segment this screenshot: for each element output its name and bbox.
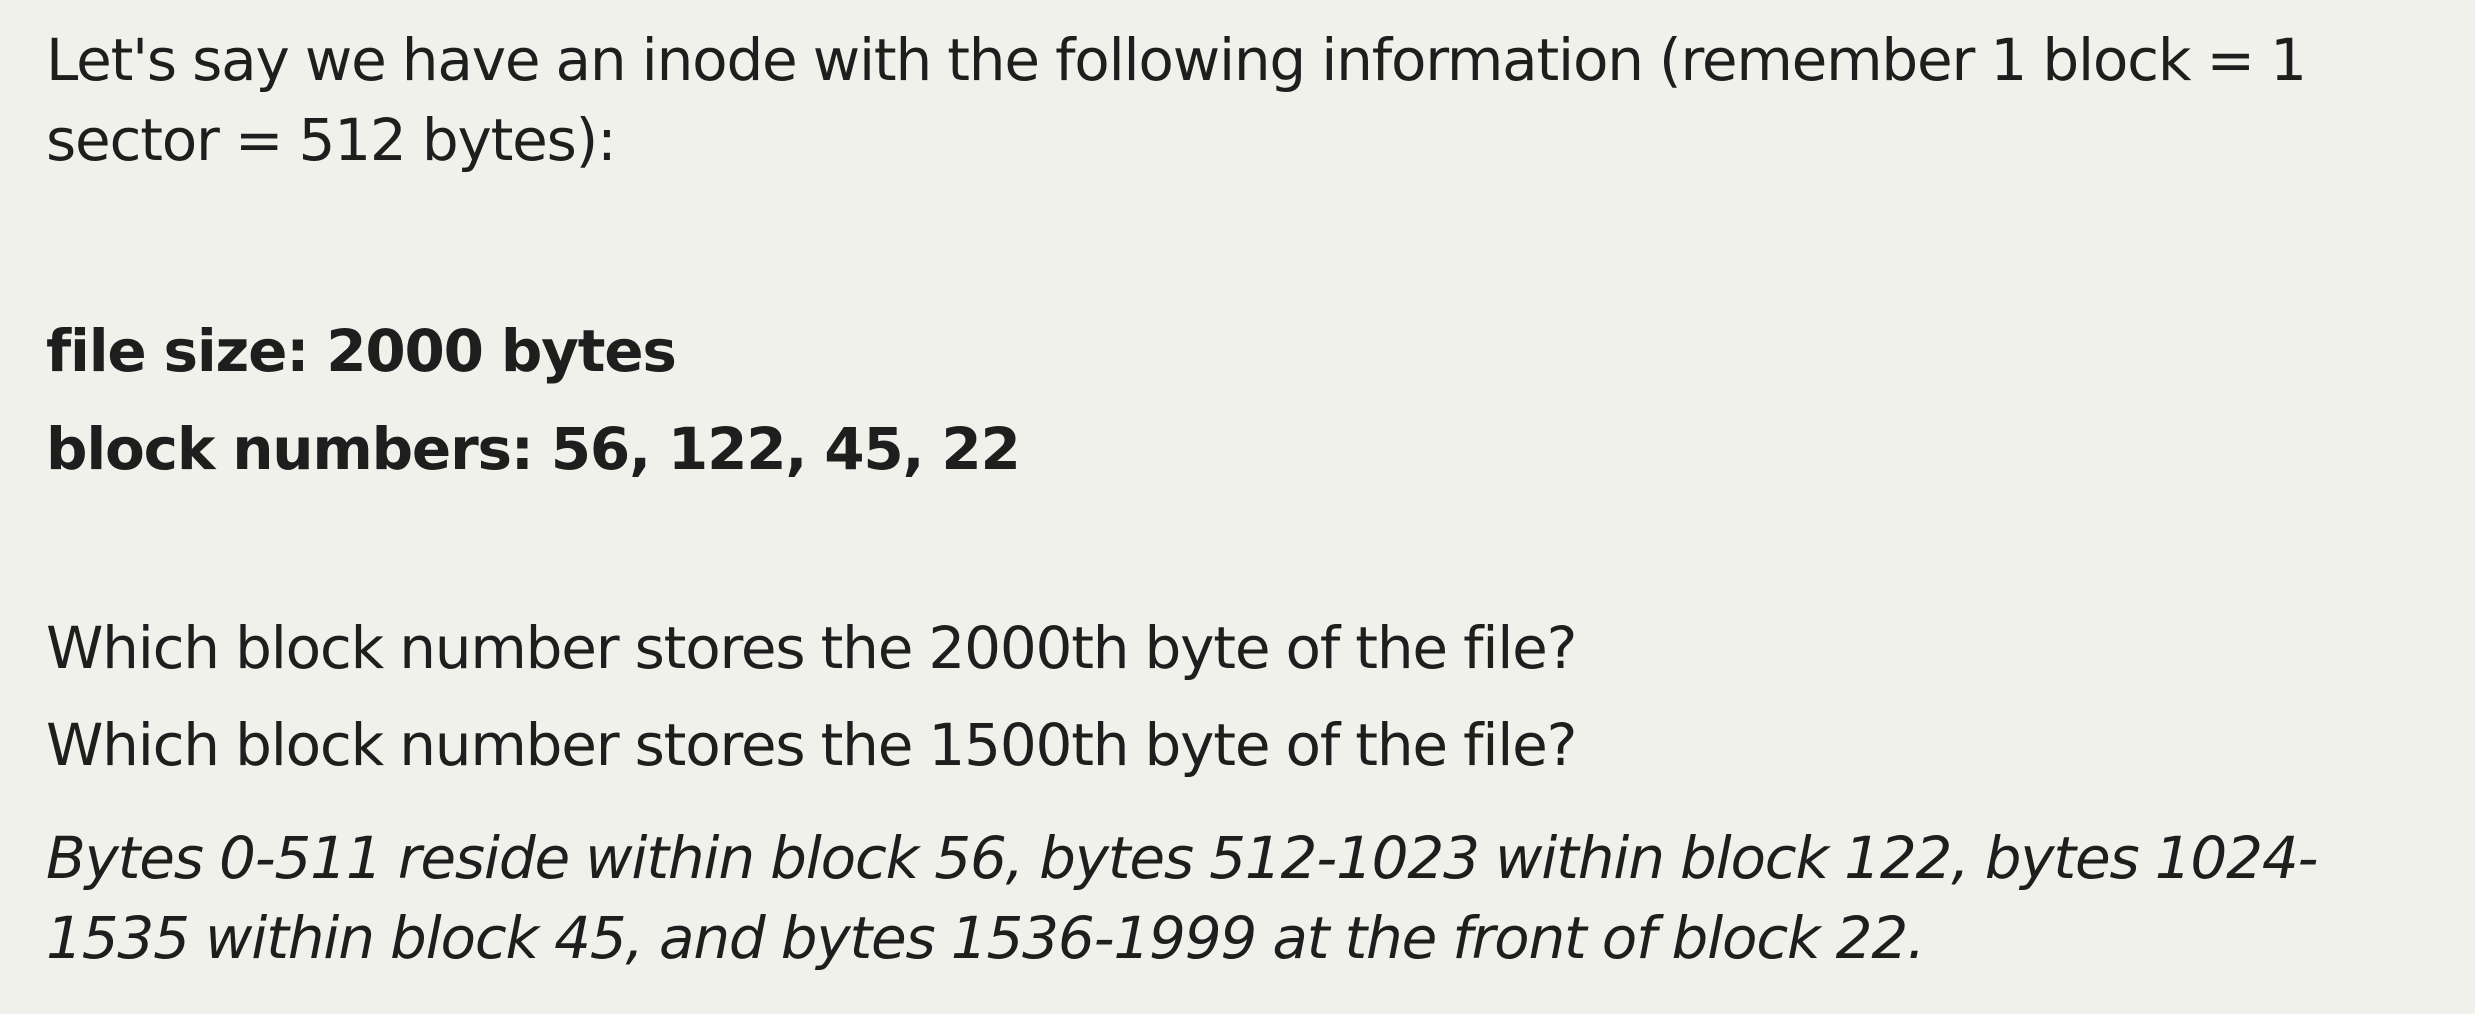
- file-size-line: file size: 2000 bytes: [46, 317, 677, 385]
- inode-info: file size: 2000 bytes block numbers: 56,…: [46, 302, 1021, 498]
- answer-paragraph: Bytes 0-511 reside within block 56, byte…: [46, 824, 2318, 972]
- question-1500th-byte: Which block number stores the 1500th byt…: [46, 711, 1577, 779]
- block-numbers-line: block numbers: 56, 122, 45, 22: [46, 415, 1021, 483]
- question-2000th-byte: Which block number stores the 2000th byt…: [46, 614, 1577, 682]
- intro-paragraph: Let's say we have an inode with the foll…: [46, 26, 2307, 174]
- question-list: Which block number stores the 2000th byt…: [46, 600, 1577, 794]
